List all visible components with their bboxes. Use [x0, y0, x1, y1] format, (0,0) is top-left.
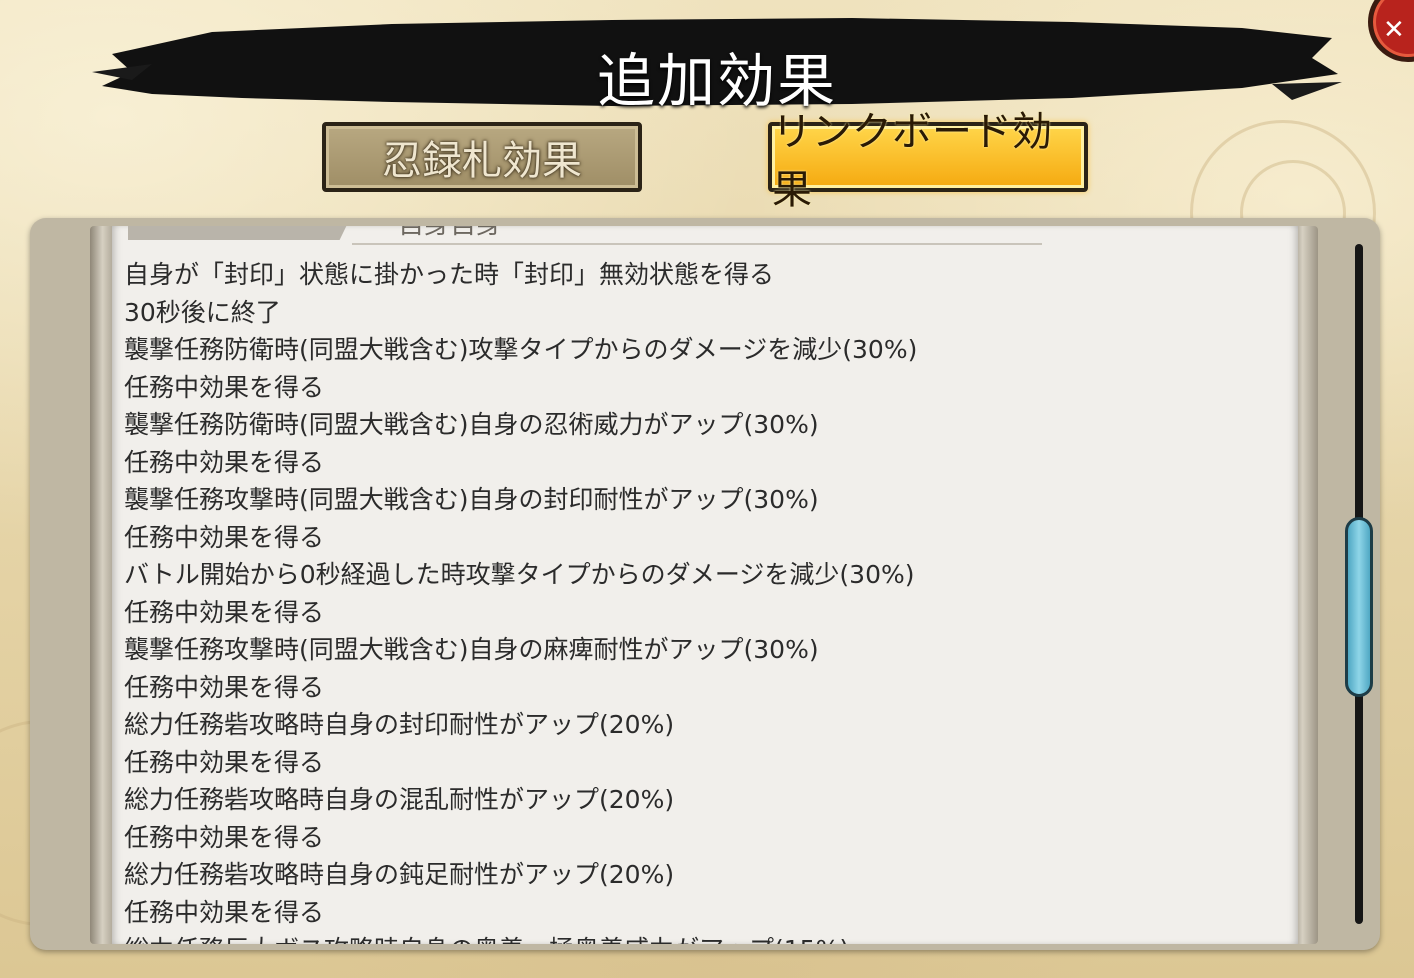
title-banner: 追加効果 [92, 14, 1342, 115]
effect-line: 総力任務砦攻略時自身の混乱耐性がアップ(20%) [124, 785, 675, 814]
effect-line: 総力任務砦攻略時自身の封印耐性がアップ(20%) [124, 710, 675, 739]
effect-line: 襲撃任務防衛時(同盟大戦含む)攻撃タイプからのダメージを減少(30%) [124, 335, 918, 364]
effect-line: 任務中効果を得る [124, 447, 325, 477]
tab-link-board[interactable]: リンクボード効果 [768, 109, 1088, 213]
tab-label: リンクボード効果 [772, 109, 1052, 213]
effect-line: 襲撃任務攻撃時(同盟大戦含む)自身の麻痺耐性がアップ(30%) [124, 635, 819, 664]
effect-line: 任務中効果を得る [124, 372, 325, 402]
effect-line: 任務中効果を得る [124, 747, 325, 777]
close-icon: ✕ [1383, 15, 1405, 45]
effects-list-area[interactable]: 自身自身 自身が「封印」状態に掛かった時「封印」無効状態を得る 30秒後に終了 … [112, 226, 1298, 944]
effect-line: 任務中効果を得る [124, 822, 325, 852]
effect-line: 30秒後に終了 [124, 297, 281, 327]
tab-ninroku-cards[interactable]: 忍録札効果 [322, 122, 642, 192]
effect-line: 総力任務砦攻略時自身の鈍足耐性がアップ(20%) [124, 860, 675, 889]
tab-label: 忍録札効果 [382, 138, 582, 184]
page-title: 追加効果 [596, 47, 837, 115]
scrollbar-thumb[interactable] [1345, 517, 1373, 697]
effect-line: 任務中効果を得る [124, 897, 325, 927]
effect-line: 任務中効果を得る [124, 672, 325, 702]
effect-line: 襲撃任務防衛時(同盟大戦含む)自身の忍術威力がアップ(30%) [124, 410, 819, 439]
effects-list: 自身が「封印」状態に掛かった時「封印」無効状態を得る 30秒後に終了 襲撃任務防… [124, 256, 917, 944]
effect-line: 自身が「封印」状態に掛かった時「封印」無効状態を得る [124, 260, 775, 289]
effect-line: 総力任務巨大ボス攻略時自身の奥義、極奥義威力がアップ(15%) [124, 931, 917, 944]
section-header-tag [128, 226, 358, 240]
section-divider [352, 243, 1042, 245]
effect-line: 任務中効果を得る [124, 522, 325, 552]
section-header-text: 自身自身 [398, 226, 502, 241]
effect-line: 任務中効果を得る [124, 597, 325, 627]
effect-line: バトル開始から0秒経過した時攻撃タイプからのダメージを減少(30%) [124, 560, 915, 589]
effect-line: 襲撃任務攻撃時(同盟大戦含む)自身の封印耐性がアップ(30%) [124, 485, 819, 514]
